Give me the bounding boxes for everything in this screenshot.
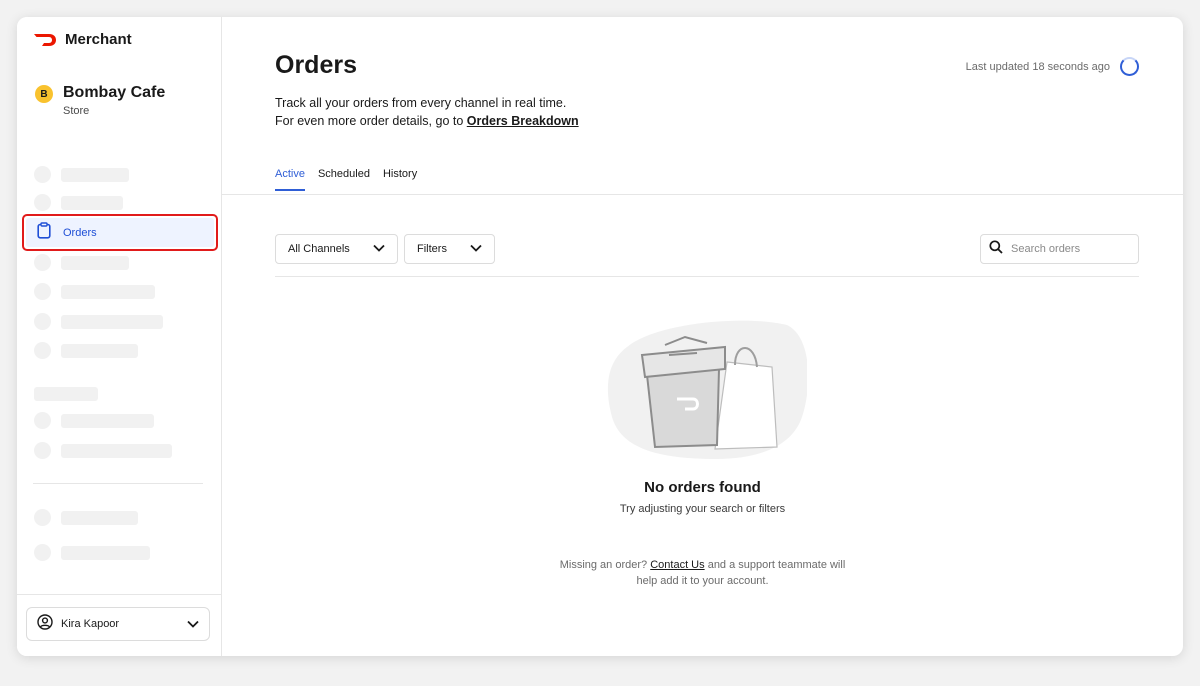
search-box[interactable] (980, 234, 1139, 264)
brand[interactable]: Merchant (33, 31, 132, 48)
orders-breakdown-link[interactable]: Orders Breakdown (467, 114, 579, 128)
last-updated: Last updated 18 seconds ago (966, 57, 1139, 76)
sidebar: Merchant B Bombay Cafe Store Orders Kira… (17, 17, 222, 656)
nav-placeholder (34, 166, 129, 183)
nav-placeholder (34, 342, 138, 359)
channels-dropdown-label: All Channels (288, 243, 350, 255)
empty-orders-illustration (607, 317, 809, 467)
store-switcher[interactable]: B Bombay Cafe Store (35, 83, 165, 117)
chevron-down-icon (187, 615, 199, 633)
user-area: Kira Kapoor (17, 594, 221, 656)
main-content: Orders Last updated 18 seconds ago Track… (222, 17, 1183, 656)
sidebar-item-orders[interactable]: Orders (22, 214, 218, 251)
empty-state-title: No orders found (644, 479, 761, 496)
order-tabs: Active Scheduled History (275, 168, 417, 191)
chevron-down-icon (373, 243, 385, 255)
nav-placeholder (34, 313, 163, 330)
search-icon (989, 239, 1003, 259)
tabs-divider (222, 194, 1183, 195)
nav-placeholder (34, 544, 150, 561)
tab-scheduled[interactable]: Scheduled (318, 168, 370, 191)
filters-divider (275, 276, 1139, 277)
loading-spinner-icon (1120, 57, 1139, 76)
filters-dropdown-label: Filters (417, 243, 447, 255)
user-name: Kira Kapoor (61, 618, 120, 630)
nav-placeholder (34, 412, 154, 429)
user-menu-button[interactable]: Kira Kapoor (26, 607, 210, 641)
nav-placeholder (34, 283, 155, 300)
tab-history[interactable]: History (383, 168, 417, 191)
search-input[interactable] (1011, 243, 1121, 255)
description-prefix: For even more order details, go to (275, 114, 467, 128)
store-type: Store (63, 105, 90, 117)
user-circle-icon (37, 613, 53, 635)
last-updated-text: Last updated 18 seconds ago (965, 60, 1110, 73)
help-prefix: Missing an order? (559, 559, 651, 571)
store-name: Bombay Cafe (63, 84, 166, 101)
sidebar-divider (33, 483, 203, 484)
tab-active[interactable]: Active (275, 168, 305, 191)
filters-dropdown[interactable]: Filters (404, 234, 495, 264)
nav-placeholder (34, 442, 172, 459)
page-title: Orders (275, 51, 357, 79)
clipboard-icon (37, 221, 51, 244)
brand-name: Merchant (65, 31, 132, 48)
doordash-logo-icon (33, 33, 57, 47)
nav-placeholder (34, 254, 129, 271)
store-avatar: B (35, 85, 53, 103)
description-line-1: Track all your orders from every channel… (275, 96, 567, 110)
help-text: Missing an order? Contact Us and a suppo… (222, 557, 1183, 589)
contact-us-link[interactable]: Contact Us (650, 559, 704, 571)
app-window: Merchant B Bombay Cafe Store Orders Kira… (17, 17, 1183, 656)
sidebar-item-label: Orders (63, 226, 97, 239)
nav-section-placeholder (34, 387, 98, 401)
page-description: Track all your orders from every channel… (275, 94, 579, 130)
description-line-2: For even more order details, go to Order… (275, 112, 579, 130)
nav-placeholder (34, 194, 123, 211)
nav-placeholder (34, 509, 138, 526)
chevron-down-icon (470, 243, 482, 255)
channels-dropdown[interactable]: All Channels (275, 234, 398, 264)
empty-state-subtitle: Try adjusting your search or filters (619, 503, 786, 515)
